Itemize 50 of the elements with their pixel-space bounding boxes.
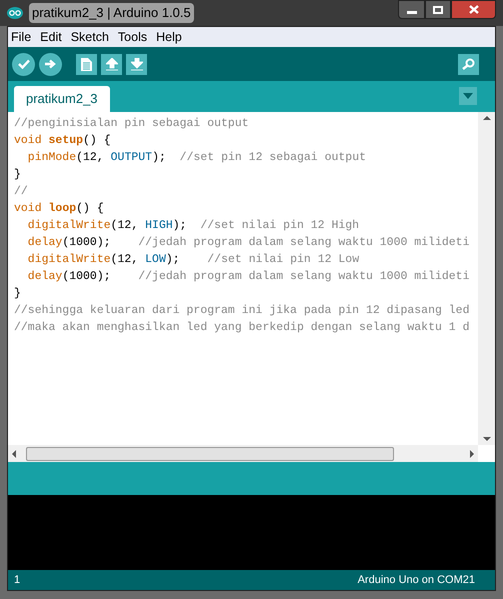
scroll-left-icon bbox=[12, 450, 16, 458]
close-icon bbox=[468, 5, 478, 14]
scroll-up-icon bbox=[482, 116, 490, 120]
menu-item[interactable]: File bbox=[11, 28, 32, 46]
scroll-down-icon bbox=[482, 437, 490, 441]
document-icon bbox=[81, 58, 92, 70]
verify-button[interactable] bbox=[12, 52, 35, 76]
menu-item[interactable]: Help bbox=[156, 28, 182, 46]
code-line: } bbox=[14, 167, 21, 183]
app-logo-icon bbox=[7, 7, 23, 19]
menu-item[interactable]: Tools bbox=[118, 28, 148, 46]
vertical-scrollbar[interactable] bbox=[478, 112, 495, 445]
scroll-right-icon bbox=[470, 450, 474, 458]
right-arrow-icon bbox=[45, 59, 56, 69]
minimize-icon bbox=[406, 11, 416, 14]
save-button[interactable] bbox=[126, 54, 147, 74]
code-line: //maka akan menghasilkan led yang berkedip dengan selang waktu 1 d bbox=[14, 320, 470, 336]
maximize-icon bbox=[433, 6, 443, 14]
dropdown-caret-icon bbox=[463, 93, 473, 99]
tab-menu-button[interactable] bbox=[459, 87, 477, 105]
code-line: pinMode(12, OUTPUT); //set pin 12 sebagai output bbox=[26, 150, 366, 166]
file-tab[interactable]: pratikum2_3 bbox=[14, 86, 110, 112]
new-button[interactable] bbox=[76, 54, 97, 74]
line-number: 1 bbox=[14, 572, 20, 588]
menu-item[interactable]: Edit bbox=[40, 28, 62, 46]
window-title: pratikum2_3 | Arduino 1.0.5 bbox=[29, 3, 194, 23]
menu-item[interactable]: Sketch bbox=[70, 28, 109, 46]
code-line: // bbox=[14, 184, 28, 200]
maximize-button[interactable] bbox=[425, 0, 451, 19]
checkmark-icon bbox=[18, 59, 30, 69]
code-line: delay(1000); //jedah program dalam selang waktu 1000 milideti bbox=[26, 235, 470, 251]
code-line: void setup() { bbox=[14, 133, 111, 149]
search-icon bbox=[462, 58, 476, 70]
scrollbar-thumb[interactable] bbox=[26, 446, 394, 460]
code-line: } bbox=[14, 286, 21, 302]
code-line: //sehingga keluaran dari program ini jika pada pin 12 dipasang led bbox=[14, 303, 470, 319]
open-button[interactable] bbox=[101, 54, 122, 74]
up-arrow-icon bbox=[106, 58, 118, 70]
horizontal-scrollbar[interactable] bbox=[8, 445, 478, 462]
code-line: digitalWrite(12, LOW); //set nilai pin 12 Low bbox=[26, 252, 360, 268]
close-button[interactable] bbox=[451, 0, 496, 19]
code-line: //penginisialan pin sebagai output bbox=[14, 116, 249, 132]
serial-monitor-button[interactable] bbox=[458, 54, 479, 74]
upload-button[interactable] bbox=[39, 52, 62, 76]
code-line: delay(1000); //jedah program dalam selang waktu 1000 milideti bbox=[26, 269, 470, 285]
board-status: Arduino Uno on COM21 bbox=[358, 572, 475, 588]
down-arrow-icon bbox=[130, 58, 142, 70]
code-line: digitalWrite(12, HIGH); //set nilai pin 12 High bbox=[26, 218, 360, 234]
code-line: void loop() { bbox=[14, 201, 104, 217]
minimize-button[interactable] bbox=[398, 0, 425, 19]
